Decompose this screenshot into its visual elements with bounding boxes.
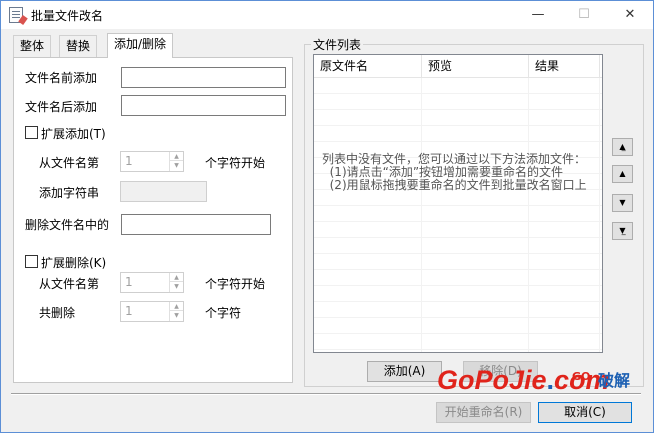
delete-from-spin-buttons[interactable]: ▲ ▼	[169, 273, 183, 292]
delete-from-label: 从文件名第	[39, 277, 100, 291]
column-original-name[interactable]: 原文件名	[314, 55, 422, 78]
watermark-brand: GoPoJie	[437, 365, 547, 395]
file-list-view[interactable]: 原文件名 预览 结果 列表中没有文件，您可以通过以下方法添加文件： (1)请点击…	[313, 54, 603, 353]
tab-add-delete[interactable]: 添加/删除	[107, 33, 174, 58]
add-string-input[interactable]	[120, 181, 207, 202]
from-position-value: 1	[125, 154, 133, 168]
delete-count-value: 1	[125, 304, 133, 318]
file-list-header: 原文件名 预览 结果	[314, 55, 602, 78]
watermark-sub: GO 破解	[572, 367, 631, 391]
from-position-stepper[interactable]: 1 ▲ ▼	[120, 151, 184, 172]
grid-divider	[599, 78, 600, 352]
watermark-crack: 破解	[598, 371, 631, 390]
move-top-icon: ▲̲	[619, 142, 626, 151]
suffix-input[interactable]	[121, 95, 286, 116]
delete-count-spin-buttons[interactable]: ▲ ▼	[169, 302, 183, 321]
spin-down-icon[interactable]: ▼	[170, 282, 183, 291]
prefix-label: 文件名前添加	[25, 71, 98, 85]
delete-in-name-label: 删除文件名中的	[25, 218, 110, 232]
extend-add-checkbox[interactable]	[25, 126, 38, 139]
add-button[interactable]: 添加(A)	[367, 361, 442, 382]
file-list-grid	[314, 78, 602, 352]
delete-count-label: 共删除	[39, 306, 76, 320]
spin-down-icon[interactable]: ▼	[170, 311, 183, 320]
minimize-button[interactable]: —	[515, 1, 561, 29]
cancel-button[interactable]: 取消(C)	[538, 402, 632, 423]
delete-in-name-input[interactable]	[121, 214, 271, 235]
spin-up-icon[interactable]: ▲	[170, 152, 183, 161]
delete-count-stepper[interactable]: 1 ▲ ▼	[120, 301, 184, 322]
move-up-icon: ▲	[619, 169, 626, 178]
delete-char-start-label: 个字符开始	[205, 277, 266, 291]
tab-overall[interactable]: 整体	[13, 35, 52, 57]
move-bottom-button[interactable]: ▼̲	[612, 222, 633, 240]
document-edit-icon	[9, 7, 23, 23]
delete-count-unit: 个字符	[205, 306, 242, 320]
char-start-label: 个字符开始	[205, 156, 266, 170]
rename-dialog: 批量文件改名 — ☐ ✕ 整体 替换 添加/删除 文件名前添加 文件名后添加 扩…	[0, 0, 654, 433]
delete-from-stepper[interactable]: 1 ▲ ▼	[120, 272, 184, 293]
watermark-dot: .	[546, 365, 555, 395]
move-top-button[interactable]: ▲̲	[612, 138, 633, 156]
tab-replace[interactable]: 替换	[59, 35, 98, 57]
watermark-go: GO	[572, 370, 591, 383]
column-preview[interactable]: 预览	[422, 55, 529, 78]
empty-message-line: (2)用鼠标拖拽要重命名的文件到批量改名窗口上	[322, 178, 587, 192]
spin-up-icon[interactable]: ▲	[170, 302, 183, 311]
move-up-button[interactable]: ▲	[612, 165, 633, 183]
column-result[interactable]: 结果	[529, 55, 600, 78]
maximize-button[interactable]: ☐	[561, 1, 607, 29]
grid-divider	[528, 78, 529, 352]
grid-divider	[421, 78, 422, 352]
spin-down-icon[interactable]: ▼	[170, 161, 183, 170]
window-title: 批量文件改名	[31, 9, 104, 23]
close-button[interactable]: ✕	[607, 1, 653, 29]
from-position-label: 从文件名第	[39, 156, 100, 170]
extend-add-label[interactable]: 扩展添加(T)	[41, 125, 106, 142]
prefix-input[interactable]	[121, 67, 286, 88]
add-string-label: 添加字符串	[39, 186, 100, 200]
delete-from-value: 1	[125, 275, 133, 289]
move-down-icon: ▼	[619, 198, 626, 207]
spin-up-icon[interactable]: ▲	[170, 273, 183, 282]
empty-list-message: 列表中没有文件，您可以通过以下方法添加文件： (1)请点击“添加”按钮增加需要重…	[322, 153, 587, 192]
title-bar: 批量文件改名 — ☐ ✕	[1, 1, 653, 29]
move-down-button[interactable]: ▼	[612, 194, 633, 212]
suffix-label: 文件名后添加	[25, 100, 98, 114]
extend-delete-label[interactable]: 扩展删除(K)	[41, 254, 106, 271]
from-position-spin-buttons[interactable]: ▲ ▼	[169, 152, 183, 171]
start-rename-button[interactable]: 开始重命名(R)	[436, 402, 531, 423]
move-bottom-icon: ▼̲	[619, 226, 626, 235]
extend-delete-checkbox[interactable]	[25, 255, 38, 268]
file-list-title: 文件列表	[311, 36, 364, 53]
